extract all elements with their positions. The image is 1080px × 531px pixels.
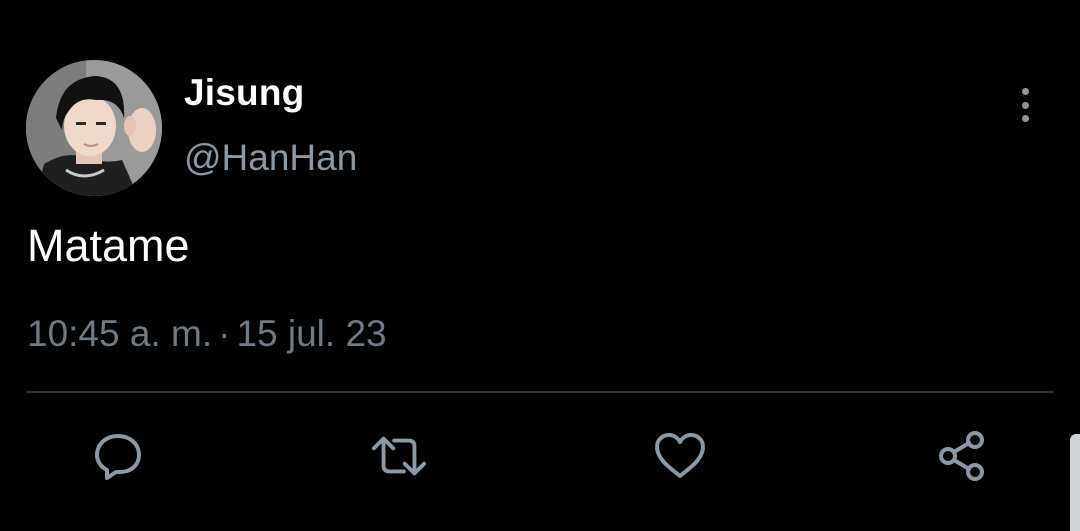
display-name[interactable]: Jisung: [184, 72, 304, 114]
share-icon: [939, 431, 984, 481]
avatar-photo: [26, 60, 162, 196]
tweet-date: 15 jul. 23: [236, 313, 387, 354]
like-button[interactable]: [652, 428, 708, 484]
more-vertical-icon-dot: [1021, 115, 1029, 122]
reply-icon: [95, 434, 141, 480]
share-button[interactable]: [934, 428, 990, 484]
tweet-timestamp[interactable]: 10:45 a. m. · 15 jul. 23: [27, 313, 387, 355]
more-vertical-icon-dot: [1021, 101, 1029, 109]
retweet-icon: [371, 436, 427, 476]
retweet-button[interactable]: [371, 428, 427, 484]
more-options-button[interactable]: [1006, 84, 1044, 126]
heart-icon: [655, 433, 705, 478]
divider: [26, 391, 1054, 393]
more-vertical-icon: [1021, 88, 1029, 95]
avatar[interactable]: [26, 60, 162, 196]
meta-separator: ·: [218, 313, 231, 354]
tweet-time: 10:45 a. m.: [27, 313, 213, 354]
tweet-card: Jisung @HanHan Matame 10:45 a. m. · 15 jul…: [0, 0, 1080, 531]
tweet-text: Matame: [27, 220, 190, 271]
reply-button[interactable]: [90, 428, 146, 484]
user-handle[interactable]: @HanHan: [184, 137, 357, 179]
edge-handle[interactable]: [1070, 434, 1080, 531]
